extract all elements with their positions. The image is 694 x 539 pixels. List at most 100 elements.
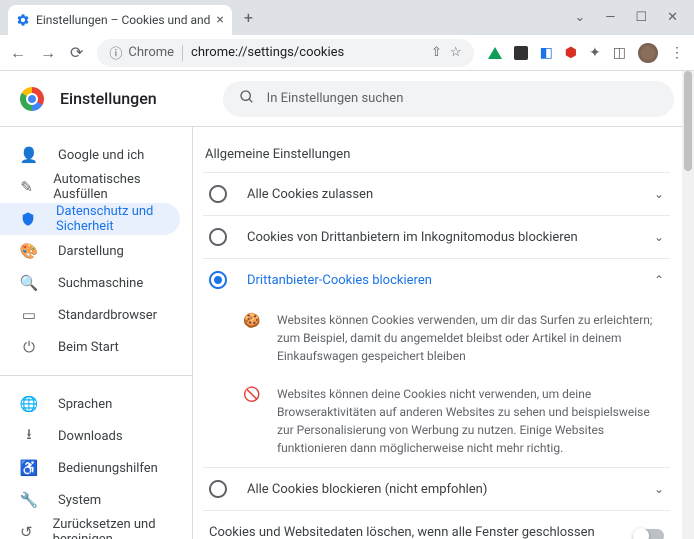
- explanation-block: 🚫 Websites können deine Cookies nicht ve…: [203, 375, 670, 467]
- window-controls: ⌄ — ☐ ✕: [574, 10, 686, 25]
- sidebar-item-system[interactable]: 🔧 System: [0, 484, 180, 516]
- gear-icon: [16, 13, 30, 27]
- forward-button[interactable]: →: [40, 43, 56, 63]
- sidebar-item-label: Standardbrowser: [58, 308, 157, 323]
- sidebar-item-privacy[interactable]: Datenschutz und Sicherheit: [0, 203, 180, 235]
- restore-icon: ↺: [20, 523, 33, 539]
- url-text: chrome://settings/cookies: [191, 45, 344, 60]
- extension-icon[interactable]: ⬢: [565, 45, 577, 61]
- maximize-button[interactable]: ☐: [635, 10, 647, 25]
- share-icon[interactable]: ⇧: [431, 45, 442, 60]
- radio-allow-all[interactable]: Alle Cookies zulassen ⌄: [203, 172, 670, 215]
- toggle-clear-on-exit[interactable]: [634, 529, 664, 539]
- extension-icons: ◧ ⬢ ✦ ◫ ⋮: [488, 43, 684, 63]
- settings-search-input[interactable]: In Einstellungen suchen: [223, 81, 674, 117]
- chrome-logo-icon: [20, 87, 44, 111]
- chevron-down-icon[interactable]: ⌄: [654, 230, 664, 244]
- search-icon: [239, 89, 255, 109]
- sidebar-item-accessibility[interactable]: ♿ Bedienungshilfen: [0, 452, 180, 484]
- search-icon: 🔍: [20, 274, 38, 292]
- bookmark-star-icon[interactable]: ☆: [450, 45, 462, 60]
- minimize-button[interactable]: —: [605, 10, 615, 25]
- radio-icon: [209, 271, 227, 289]
- radio-block-all[interactable]: Alle Cookies blockieren (nicht empfohlen…: [203, 467, 670, 510]
- radio-label: Alle Cookies blockieren (nicht empfohlen…: [247, 482, 634, 497]
- search-placeholder: In Einstellungen suchen: [267, 91, 404, 106]
- chevron-down-icon[interactable]: ⌄: [654, 187, 664, 201]
- sidebar-item-label: Downloads: [58, 429, 123, 444]
- cookie-icon: 🍪: [243, 311, 261, 365]
- sidebar-item-search-engine[interactable]: 🔍 Suchmaschine: [0, 267, 180, 299]
- sidebar-item-label: Beim Start: [58, 340, 119, 355]
- setting-title: Cookies und Websitedaten löschen, wenn a…: [209, 525, 622, 539]
- sidebar-item-reset[interactable]: ↺ Zurücksetzen und bereinigen: [0, 516, 180, 539]
- scrollbar-thumb[interactable]: [684, 71, 692, 171]
- explanation-text: Websites können Cookies verwenden, um di…: [277, 311, 664, 365]
- chevron-up-icon[interactable]: ⌃: [654, 273, 664, 287]
- block-icon: 🚫: [243, 385, 261, 457]
- radio-icon: [209, 185, 227, 203]
- chevron-down-icon[interactable]: ⌄: [654, 482, 664, 496]
- sidebar-item-you-and-google[interactable]: 👤 Google und ich: [0, 139, 180, 171]
- sidebar-item-label: System: [58, 493, 101, 508]
- radio-label: Drittanbieter-Cookies blockieren: [247, 273, 634, 288]
- tab-title: Einstellungen – Cookies und and: [36, 13, 210, 27]
- content-area: Allgemeine Einstellungen Alle Cookies zu…: [192, 127, 694, 539]
- browser-icon: ▭: [20, 306, 38, 324]
- sidebar-item-label: Automatisches Ausfüllen: [53, 172, 160, 202]
- sidebar-item-label: Datenschutz und Sicherheit: [56, 204, 160, 234]
- settings-body: 👤 Google und ich ✎ Automatisches Ausfüllen…: [0, 127, 694, 539]
- radio-block-incognito[interactable]: Cookies von Drittanbietern im Inkognitom…: [203, 215, 670, 258]
- scrollbar-track[interactable]: [682, 71, 694, 539]
- divider: [182, 45, 183, 61]
- sidebar-item-label: Zurücksetzen und bereinigen: [53, 517, 160, 539]
- radio-icon: [209, 228, 227, 246]
- extensions-menu-icon[interactable]: ✦: [589, 45, 601, 61]
- profile-avatar[interactable]: [638, 43, 658, 63]
- globe-icon: 🌐: [20, 395, 38, 413]
- sidebar-item-label: Suchmaschine: [58, 276, 143, 291]
- settings-header: Einstellungen In Einstellungen suchen: [0, 71, 694, 127]
- menu-icon[interactable]: ⋮: [670, 45, 684, 61]
- palette-icon: 🎨: [20, 242, 38, 260]
- address-bar[interactable]: ⓘ Chrome chrome://settings/cookies ⇧ ☆: [97, 39, 473, 67]
- new-tab-button[interactable]: +: [232, 8, 265, 27]
- power-icon: ⏻: [20, 338, 38, 356]
- close-window-button[interactable]: ✕: [667, 10, 678, 25]
- extension-icon[interactable]: [514, 46, 528, 60]
- site-info-icon[interactable]: ⓘ Chrome: [109, 43, 174, 62]
- radio-label: Cookies von Drittanbietern im Inkognitom…: [247, 230, 634, 245]
- active-tab[interactable]: Einstellungen – Cookies und and ×: [8, 5, 232, 35]
- extension-icon[interactable]: ◧: [540, 45, 553, 61]
- reload-button[interactable]: ⟳: [70, 43, 83, 62]
- person-icon: 👤: [20, 146, 38, 164]
- shield-icon: [20, 211, 36, 227]
- wrench-icon: 🔧: [20, 491, 38, 509]
- back-button[interactable]: ←: [10, 43, 26, 63]
- sidebar-item-label: Google und ich: [58, 148, 144, 163]
- sidepanel-icon[interactable]: ◫: [613, 45, 626, 61]
- sidebar-item-appearance[interactable]: 🎨 Darstellung: [0, 235, 180, 267]
- sidebar-item-on-startup[interactable]: ⏻ Beim Start: [0, 331, 180, 363]
- download-icon: ⭳: [20, 424, 38, 449]
- sidebar-item-label: Sprachen: [58, 397, 112, 412]
- sidebar-item-label: Darstellung: [58, 244, 124, 259]
- caret-down-icon[interactable]: ⌄: [574, 10, 585, 25]
- browser-toolbar: ← → ⟳ ⓘ Chrome chrome://settings/cookies…: [0, 35, 694, 71]
- sidebar-item-languages[interactable]: 🌐 Sprachen: [0, 388, 180, 420]
- sidebar-item-downloads[interactable]: ⭳ Downloads: [0, 420, 180, 452]
- browser-tab-strip: Einstellungen – Cookies und and × + ⌄ — …: [0, 0, 694, 35]
- sidebar-item-label: Bedienungshilfen: [58, 461, 158, 476]
- sidebar-item-autofill[interactable]: ✎ Automatisches Ausfüllen: [0, 171, 180, 203]
- explanation-text: Websites können deine Cookies nicht verw…: [277, 385, 664, 457]
- setting-clear-on-exit: Cookies und Websitedaten löschen, wenn a…: [203, 510, 670, 539]
- close-icon[interactable]: ×: [216, 12, 223, 28]
- radio-block-third-party[interactable]: Drittanbieter-Cookies blockieren ⌃: [203, 258, 670, 301]
- accessibility-icon: ♿: [20, 459, 38, 477]
- sidebar-item-default-browser[interactable]: ▭ Standardbrowser: [0, 299, 180, 331]
- explanation-block: 🍪 Websites können Cookies verwenden, um …: [203, 301, 670, 375]
- sidebar: 👤 Google und ich ✎ Automatisches Ausfüllen…: [0, 127, 192, 539]
- drive-icon[interactable]: [488, 47, 502, 59]
- autofill-icon: ✎: [20, 178, 33, 196]
- section-title: Allgemeine Einstellungen: [203, 147, 670, 162]
